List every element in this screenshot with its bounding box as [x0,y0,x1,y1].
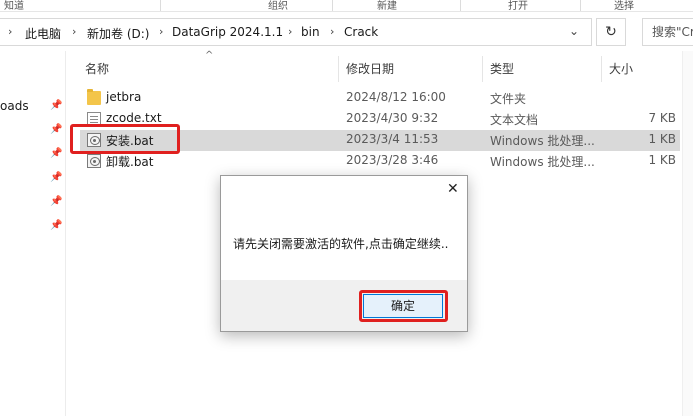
navigation-pane[interactable]: oads 📌 📌 📌 📌 📌 📌 [0,51,66,416]
ribbon-divider [580,0,581,11]
annotation-highlight-install [70,124,180,154]
breadcrumb-crack[interactable]: Crack [344,25,378,39]
dialog-message: 请先关闭需要激活的软件,点击确定继续.. [233,237,449,251]
pin-icon: 📌 [50,100,63,111]
pin-icon: 📌 [50,220,63,231]
file-name: jetbra [106,90,142,104]
close-icon[interactable]: ✕ [447,181,459,197]
ribbon-divider [332,0,333,11]
pin-icon: 📌 [50,124,63,135]
ribbon-item-5[interactable]: 选择 [614,0,634,12]
sort-ascending-icon: ^ [205,50,214,61]
ribbon-strip: 知道 组织 新建 打开 选择 [0,0,693,12]
column-divider[interactable] [482,56,483,82]
batch-file-icon [87,154,101,168]
pin-icon: 📌 [50,148,63,159]
ribbon-item-4[interactable]: 打开 [508,0,528,12]
nav-item-downloads[interactable]: oads [0,99,29,113]
column-header-size[interactable]: 大小 [609,60,633,77]
ribbon-item-2[interactable]: 组织 [268,0,288,12]
file-name: zcode.txt [106,111,162,125]
breadcrumb-separator[interactable]: › [288,25,292,38]
address-bar[interactable]: › 此电脑 › 新加卷 (D:) › DataGrip 2024.1.1 › b… [0,18,592,46]
breadcrumb-bin[interactable]: bin [301,25,320,39]
column-divider[interactable] [338,56,339,82]
breadcrumb-this-pc[interactable]: 此电脑 [25,25,61,42]
file-size: 7 KB [648,111,676,125]
file-name: 卸载.bat [106,155,154,169]
breadcrumb-separator[interactable]: › [159,25,163,38]
file-row-jetbra[interactable]: jetbra 2024/8/12 16:00 文件夹 [80,88,680,109]
folder-icon [87,89,101,105]
search-placeholder: 搜索"Crack" [652,25,693,39]
file-date: 2023/3/28 3:46 [346,153,439,167]
scrollbar-track[interactable] [682,51,693,416]
file-size: 1 KB [648,132,676,146]
breadcrumb-datagrip[interactable]: DataGrip 2024.1.1 [172,25,283,39]
column-header-type[interactable]: 类型 [490,60,514,77]
file-type: Windows 批处理... [490,155,595,169]
ribbon-item-3[interactable]: 新建 [377,0,397,12]
file-date: 2023/4/30 9:32 [346,111,439,125]
file-row-uninstall-bat[interactable]: 卸载.bat 2023/3/28 3:46 Windows 批处理... 1 K… [80,151,680,172]
refresh-icon: ↻ [605,24,617,40]
file-type: 文件夹 [490,92,527,106]
pin-icon: 📌 [50,196,63,207]
breadcrumb-separator: › [8,25,13,38]
column-header-date[interactable]: 修改日期 [346,60,394,77]
dialog-footer: 确定 [221,280,467,331]
annotation-highlight-ok [359,290,448,322]
breadcrumb-drive-d[interactable]: 新加卷 (D:) [87,25,149,42]
breadcrumb-separator[interactable]: › [330,25,334,38]
confirm-dialog: ✕ 请先关闭需要激活的软件,点击确定继续.. 确定 [220,175,468,332]
column-header-name[interactable]: 名称 [85,60,109,77]
breadcrumb-separator[interactable]: › [72,25,76,38]
ribbon-divider [460,0,461,11]
ribbon-item-1[interactable]: 知道 [4,0,24,12]
chevron-down-icon[interactable]: ⌄ [569,24,579,38]
file-type: 文本文档 [490,113,539,127]
file-date: 2023/3/4 11:53 [346,132,439,146]
address-row: › 此电脑 › 新加卷 (D:) › DataGrip 2024.1.1 › b… [0,13,693,51]
column-divider[interactable] [601,56,602,82]
refresh-button[interactable]: ↻ [596,18,626,46]
pin-icon: 📌 [50,172,63,183]
file-type: Windows 批处理... [490,134,595,148]
ribbon-divider [160,0,161,11]
file-size: 1 KB [648,153,676,167]
search-input[interactable]: 搜索"Crack" [642,18,693,46]
file-date: 2024/8/12 16:00 [346,90,446,104]
